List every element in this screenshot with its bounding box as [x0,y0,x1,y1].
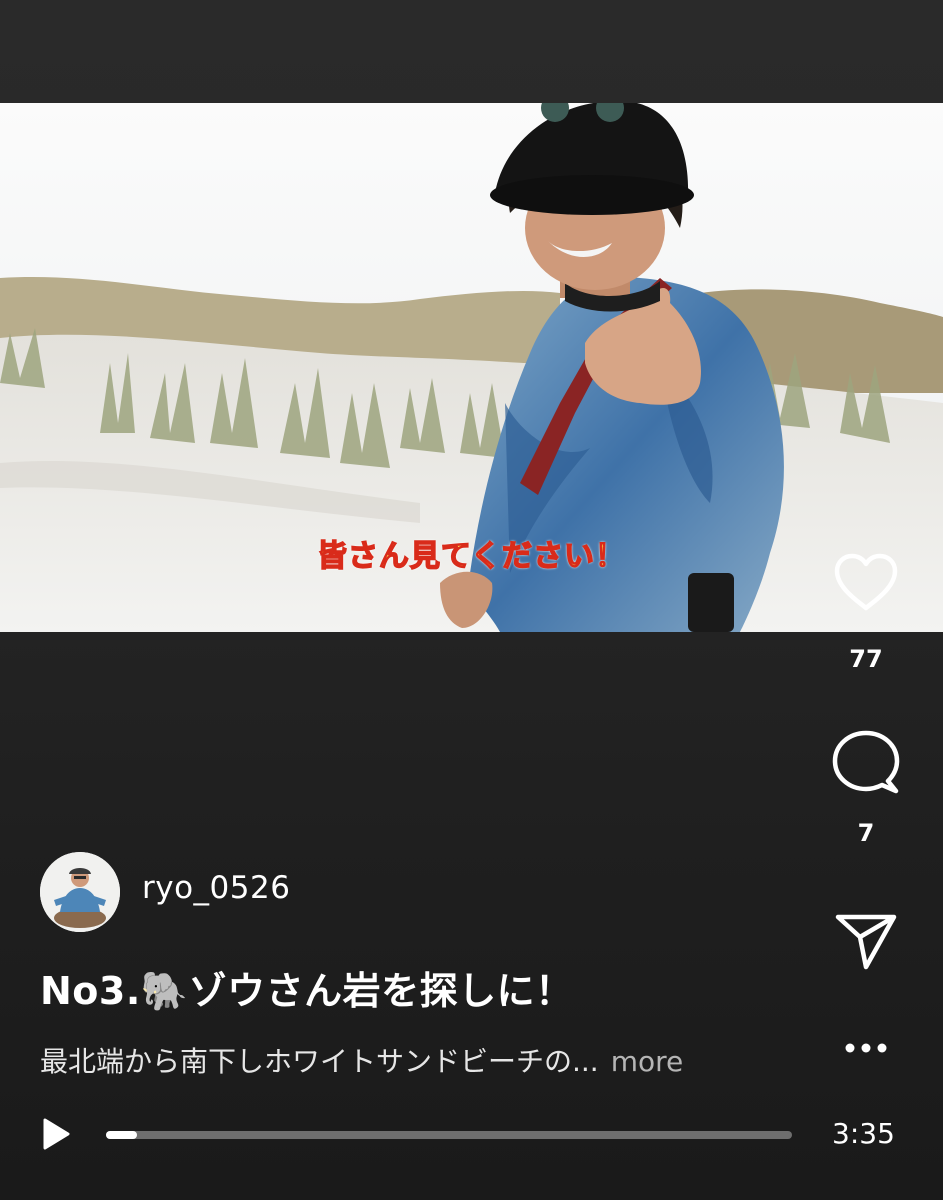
post-title: No3.🐘ゾウさん岩を探しに！ [40,969,574,1013]
play-icon [43,1118,70,1150]
heart-icon [834,553,898,611]
comment-count: 7 [857,819,875,847]
more-link[interactable]: more [611,1045,684,1078]
username[interactable]: ryo_0526 [142,870,290,906]
play-button[interactable] [36,1114,76,1154]
progress-fill [106,1131,137,1139]
paper-plane-icon [835,914,897,970]
post-description-text: 最北端から南下しホワイトサンドビーチの... [40,1045,599,1078]
video-duration: 3:35 [832,1117,895,1150]
more-options-button[interactable] [830,1012,902,1084]
share-button[interactable] [830,905,902,977]
like-button[interactable] [830,546,902,618]
reels-viewer: 皆さん見てください！ 77 7 ryo_0526 No3.🐘ゾウさん岩を探しに！… [0,0,943,1200]
video-subtitle: 皆さん見てください！ [316,538,627,575]
like-count: 77 [849,645,883,673]
post-description[interactable]: 最北端から南下しホワイトサンドビーチの... more [40,1040,683,1080]
video-frame[interactable]: 皆さん見てください！ [0,103,943,632]
comment-button[interactable] [830,726,902,798]
avatar[interactable] [40,852,120,932]
more-dots-icon [845,1043,887,1053]
comment-bubble-icon [832,730,900,794]
avatar-image [40,852,120,932]
progress-bar[interactable] [106,1131,792,1139]
